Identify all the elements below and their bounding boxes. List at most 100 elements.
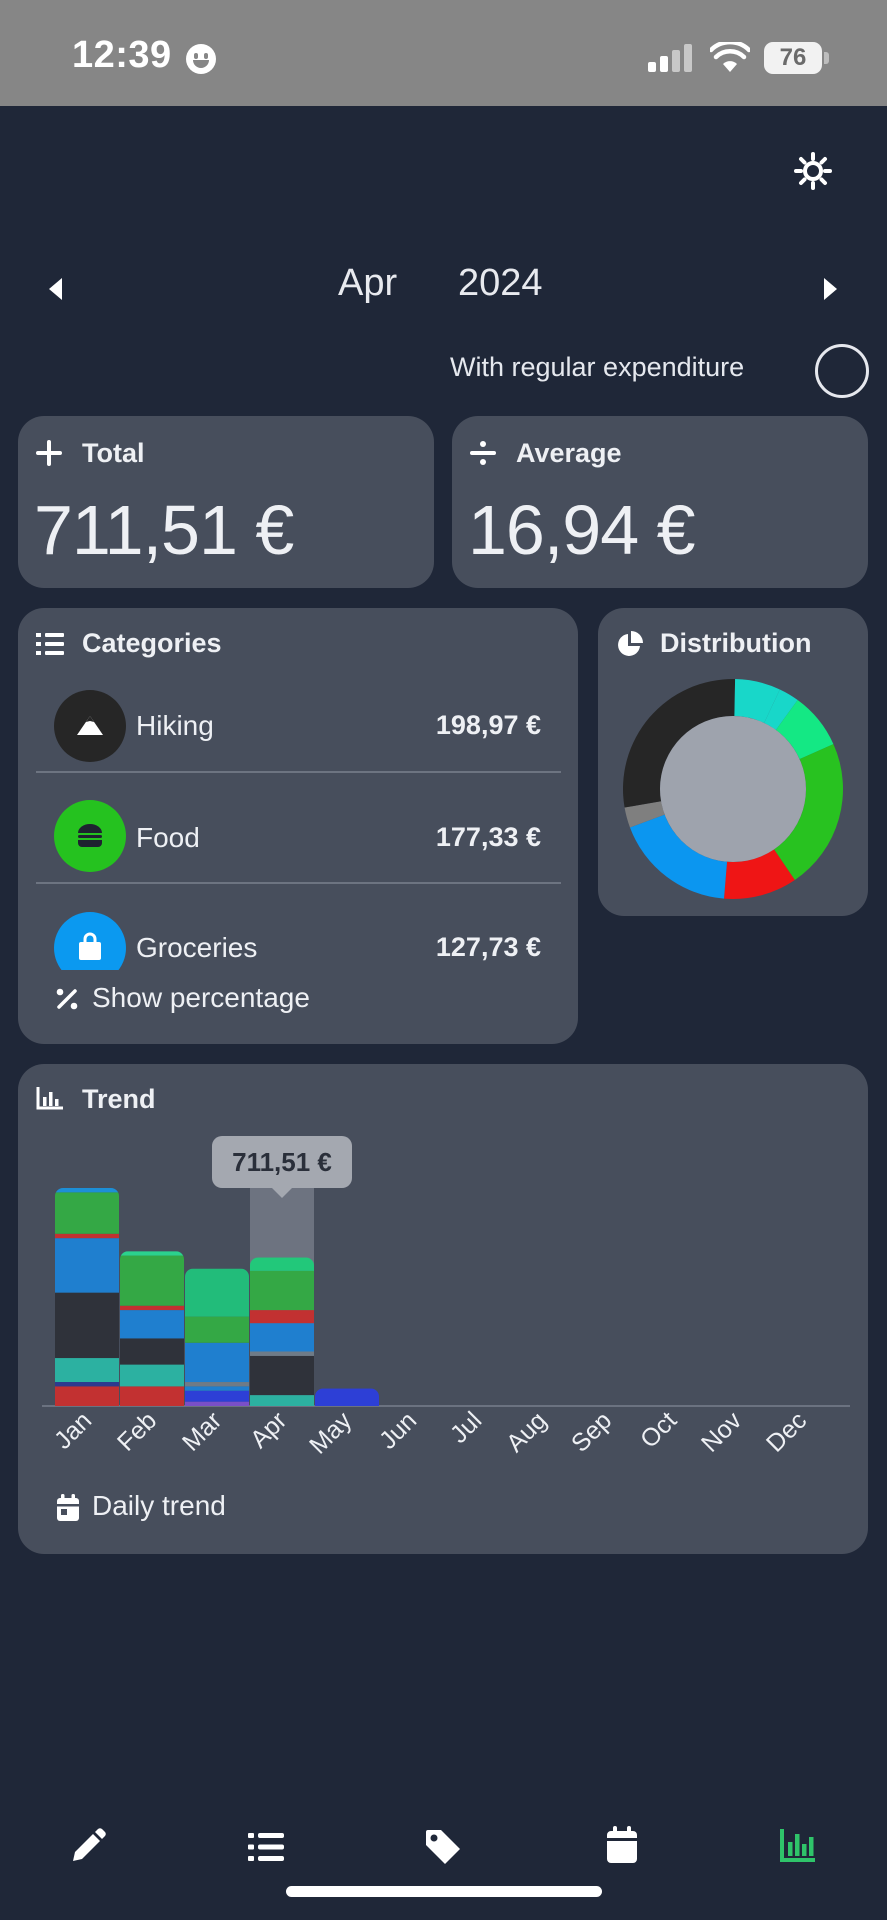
total-title: Total xyxy=(82,438,145,468)
regular-expenditure-toggle[interactable] xyxy=(815,344,869,398)
bar-segment[interactable] xyxy=(55,1382,119,1387)
selected-month-tooltip: 711,51 € xyxy=(212,1136,352,1198)
category-amount: 177,33 € xyxy=(435,822,541,852)
calendar-icon[interactable] xyxy=(606,1826,638,1864)
bar-segment[interactable] xyxy=(55,1358,119,1383)
x-tick-label: Oct xyxy=(635,1406,682,1453)
bar-segment[interactable] xyxy=(185,1268,249,1317)
bar-segment[interactable] xyxy=(120,1305,184,1311)
bar-segment[interactable] xyxy=(120,1364,184,1387)
x-tick-label: Jun xyxy=(374,1406,422,1454)
categories-title: Categories xyxy=(82,628,222,658)
x-tick-label: Aug xyxy=(501,1406,552,1457)
bar-segment[interactable] xyxy=(55,1192,119,1234)
category-color-food xyxy=(54,800,126,872)
category-name: Groceries xyxy=(136,932,258,963)
shopping-bag-icon xyxy=(79,932,101,960)
x-tick-label: May xyxy=(304,1406,358,1460)
bar-segment[interactable] xyxy=(185,1401,249,1406)
bar-segment[interactable] xyxy=(250,1257,314,1271)
bar-segment[interactable] xyxy=(55,1386,119,1406)
category-name: Hiking xyxy=(136,710,214,741)
chart-icon[interactable] xyxy=(780,1828,816,1862)
bar-segment[interactable] xyxy=(120,1338,184,1365)
x-tick-label: Jul xyxy=(445,1406,487,1448)
show-percentage-button[interactable]: Show percentage xyxy=(92,982,310,1014)
battery-indicator: 76 xyxy=(764,42,822,74)
average-card: Average 16,94 € xyxy=(452,416,868,588)
trend-bar-chart[interactable]: 711,51 € Jan Feb Mar Apr May Jun Jul Aug Sep Oct No… xyxy=(18,1120,868,1470)
burger-icon xyxy=(78,824,102,847)
bar-segment[interactable] xyxy=(185,1342,249,1383)
month-label[interactable]: Apr xyxy=(338,262,397,305)
total-card: Total 711,51 € xyxy=(18,416,434,588)
donut-hole xyxy=(660,716,806,862)
divide-icon xyxy=(470,441,496,465)
bar-segment[interactable] xyxy=(120,1310,184,1339)
bar-jan[interactable] xyxy=(55,1188,119,1406)
bar-segment[interactable] xyxy=(250,1395,314,1406)
category-amount: 198,97 € xyxy=(435,710,541,740)
percent-icon[interactable] xyxy=(56,988,78,1010)
list-icon xyxy=(36,633,64,655)
bar-segment[interactable] xyxy=(315,1388,379,1406)
tooltip-value: 711,51 € xyxy=(232,1147,332,1177)
tag-icon[interactable] xyxy=(424,1828,462,1866)
bar-may[interactable] xyxy=(315,1388,379,1406)
distribution-title: Distribution xyxy=(660,628,812,658)
bar-segment[interactable] xyxy=(250,1355,314,1396)
plus-icon xyxy=(36,440,62,466)
x-tick-label: Sep xyxy=(566,1406,617,1457)
x-tick-label: Mar xyxy=(177,1406,227,1456)
total-value: 711,51 € xyxy=(34,491,294,569)
status-time: 12:39 xyxy=(72,34,172,76)
next-month-button[interactable] xyxy=(822,276,840,302)
x-tick-label: Dec xyxy=(761,1406,812,1457)
bar-apr[interactable] xyxy=(250,1257,314,1406)
bar-segment[interactable] xyxy=(250,1270,314,1311)
x-tick-label: Jan xyxy=(49,1406,97,1454)
bar-segment[interactable] xyxy=(120,1251,184,1256)
bar-segment[interactable] xyxy=(120,1255,184,1306)
bar-segment[interactable] xyxy=(250,1323,314,1352)
sun-icon[interactable] xyxy=(794,152,832,190)
mountain-icon xyxy=(77,716,103,735)
category-row-food[interactable]: Food 177,33 € xyxy=(36,782,561,894)
home-indicator xyxy=(286,1886,602,1897)
distribution-donut-chart[interactable] xyxy=(622,678,844,900)
signal-icon xyxy=(648,44,692,72)
bar-segment[interactable] xyxy=(185,1316,249,1343)
bar-feb[interactable] xyxy=(120,1251,184,1406)
category-row-hiking[interactable]: Hiking 198,97 € xyxy=(36,670,561,782)
wifi-icon xyxy=(710,42,750,72)
pie-chart-icon xyxy=(618,631,643,656)
bar-mar[interactable] xyxy=(185,1268,249,1406)
bar-segment[interactable] xyxy=(185,1382,249,1387)
pencil-icon[interactable] xyxy=(70,1828,106,1864)
divider xyxy=(36,882,561,884)
previous-month-button[interactable] xyxy=(46,276,64,302)
battery-cap xyxy=(824,52,829,64)
bar-segment[interactable] xyxy=(250,1310,314,1324)
bar-chart-icon xyxy=(36,1087,63,1110)
category-name: Food xyxy=(136,822,200,853)
bar-segment[interactable] xyxy=(250,1351,314,1356)
smiley-icon xyxy=(186,44,216,74)
regular-expenditure-label: With regular expenditure xyxy=(450,352,745,382)
average-value: 16,94 € xyxy=(468,491,696,569)
bar-segment[interactable] xyxy=(120,1386,184,1406)
list-icon[interactable] xyxy=(248,1832,284,1862)
year-label[interactable]: 2024 xyxy=(458,262,543,305)
x-tick-label: Apr xyxy=(245,1406,292,1453)
bar-segment[interactable] xyxy=(55,1188,119,1193)
x-tick-label: Nov xyxy=(696,1406,748,1458)
daily-trend-button[interactable]: Daily trend xyxy=(92,1490,226,1522)
calendar-icon xyxy=(57,1494,79,1521)
bar-segment[interactable] xyxy=(185,1386,249,1391)
category-row-groceries[interactable]: Groceries 127,73 € xyxy=(36,894,561,970)
bar-segment[interactable] xyxy=(55,1238,119,1293)
bar-segment[interactable] xyxy=(185,1390,249,1402)
bar-segment[interactable] xyxy=(55,1233,119,1239)
bar-segment[interactable] xyxy=(55,1292,119,1359)
average-title: Average xyxy=(516,438,622,468)
